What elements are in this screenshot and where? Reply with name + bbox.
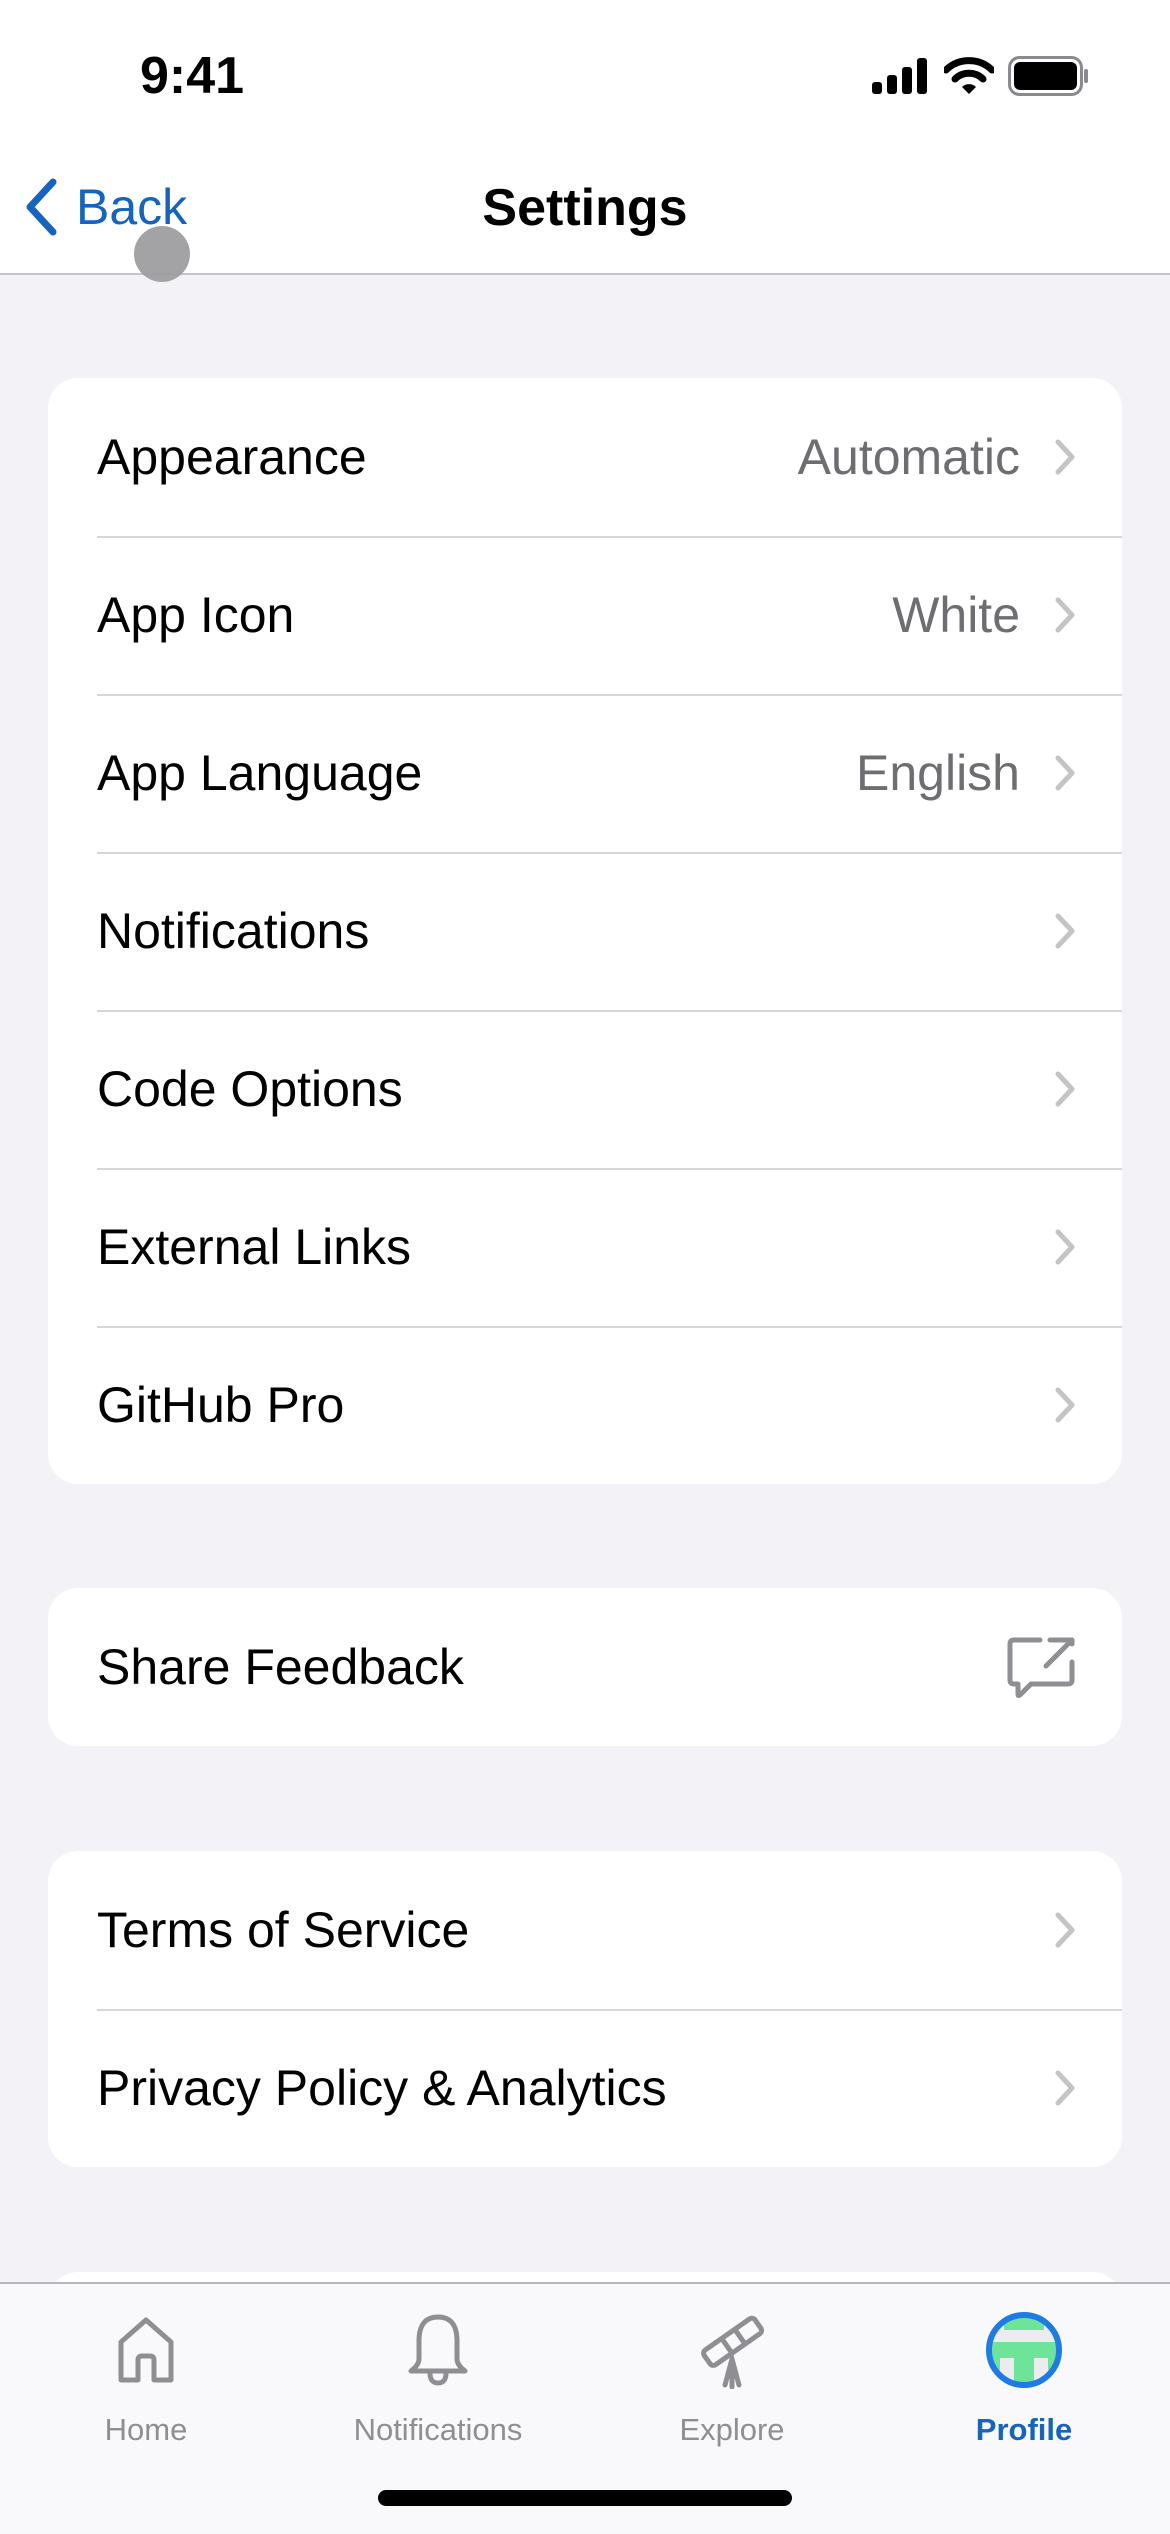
status-time: 9:41 — [140, 47, 245, 105]
row-value: Automatic — [797, 429, 1020, 485]
row-label: Appearance — [97, 429, 367, 485]
tab-notifications[interactable]: Notifications — [318, 2302, 558, 2448]
tab-label: Notifications — [353, 2412, 523, 2447]
status-bar: 9:41 — [0, 0, 1170, 140]
chevron-right-icon — [1055, 1229, 1075, 1265]
avatar — [986, 2312, 1062, 2388]
row-label: App Language — [97, 745, 423, 801]
chevron-right-icon — [1055, 1387, 1075, 1423]
settings-row-app-language[interactable]: App Language English — [48, 694, 1122, 852]
home-icon — [118, 2317, 174, 2383]
settings-row-terms-of-service[interactable]: Terms of Service — [48, 1851, 1122, 2009]
signal-icon — [872, 58, 927, 94]
touch-indicator — [134, 226, 190, 282]
home-indicator[interactable] — [378, 2490, 792, 2506]
chevron-right-icon — [1055, 597, 1075, 633]
tab-label: Explore — [679, 2412, 785, 2447]
chevron-right-icon — [1055, 439, 1075, 475]
status-icons — [872, 56, 1090, 96]
bell-icon — [408, 2314, 468, 2386]
settings-group-feedback: Share Feedback — [48, 1588, 1122, 1746]
chevron-right-icon — [1055, 1071, 1075, 1107]
row-label: GitHub Pro — [97, 1377, 345, 1433]
row-label: Terms of Service — [97, 1902, 470, 1958]
share-feedback-icon — [1007, 1637, 1075, 1698]
row-value: English — [856, 745, 1020, 801]
telescope-icon — [701, 2315, 765, 2389]
row-label: Share Feedback — [97, 1639, 464, 1695]
chevron-right-icon — [1055, 1912, 1075, 1948]
row-label: Notifications — [97, 903, 370, 959]
settings-row-notifications[interactable]: Notifications — [48, 852, 1122, 1010]
tab-label: Profile — [975, 2412, 1073, 2447]
settings-row-privacy-policy[interactable]: Privacy Policy & Analytics — [48, 2009, 1122, 2167]
tab-label: Home — [104, 2412, 188, 2447]
row-label: Privacy Policy & Analytics — [97, 2060, 667, 2116]
row-value: White — [892, 587, 1020, 643]
row-label: External Links — [97, 1219, 412, 1275]
row-label: App Icon — [97, 587, 295, 643]
chevron-right-icon — [1055, 755, 1075, 791]
tab-explore[interactable]: Explore — [612, 2302, 852, 2448]
settings-row-share-feedback[interactable]: Share Feedback — [48, 1588, 1122, 1746]
wifi-icon — [944, 57, 994, 94]
settings-group-general: Appearance Automatic App Icon White App … — [48, 378, 1122, 1484]
settings-row-github-pro[interactable]: GitHub Pro — [48, 1326, 1122, 1484]
settings-row-appearance[interactable]: Appearance Automatic — [48, 378, 1122, 536]
tab-profile[interactable]: Profile — [904, 2302, 1144, 2448]
tab-home[interactable]: Home — [26, 2302, 266, 2448]
battery-icon — [1008, 56, 1088, 96]
settings-row-external-links[interactable]: External Links — [48, 1168, 1122, 1326]
settings-group-legal: Terms of Service Privacy Policy & Analyt… — [48, 1851, 1122, 2167]
chevron-right-icon — [1055, 2070, 1075, 2106]
settings-row-app-icon[interactable]: App Icon White — [48, 536, 1122, 694]
chevron-right-icon — [1055, 913, 1075, 949]
settings-row-code-options[interactable]: Code Options — [48, 1010, 1122, 1168]
row-label: Code Options — [97, 1061, 403, 1117]
